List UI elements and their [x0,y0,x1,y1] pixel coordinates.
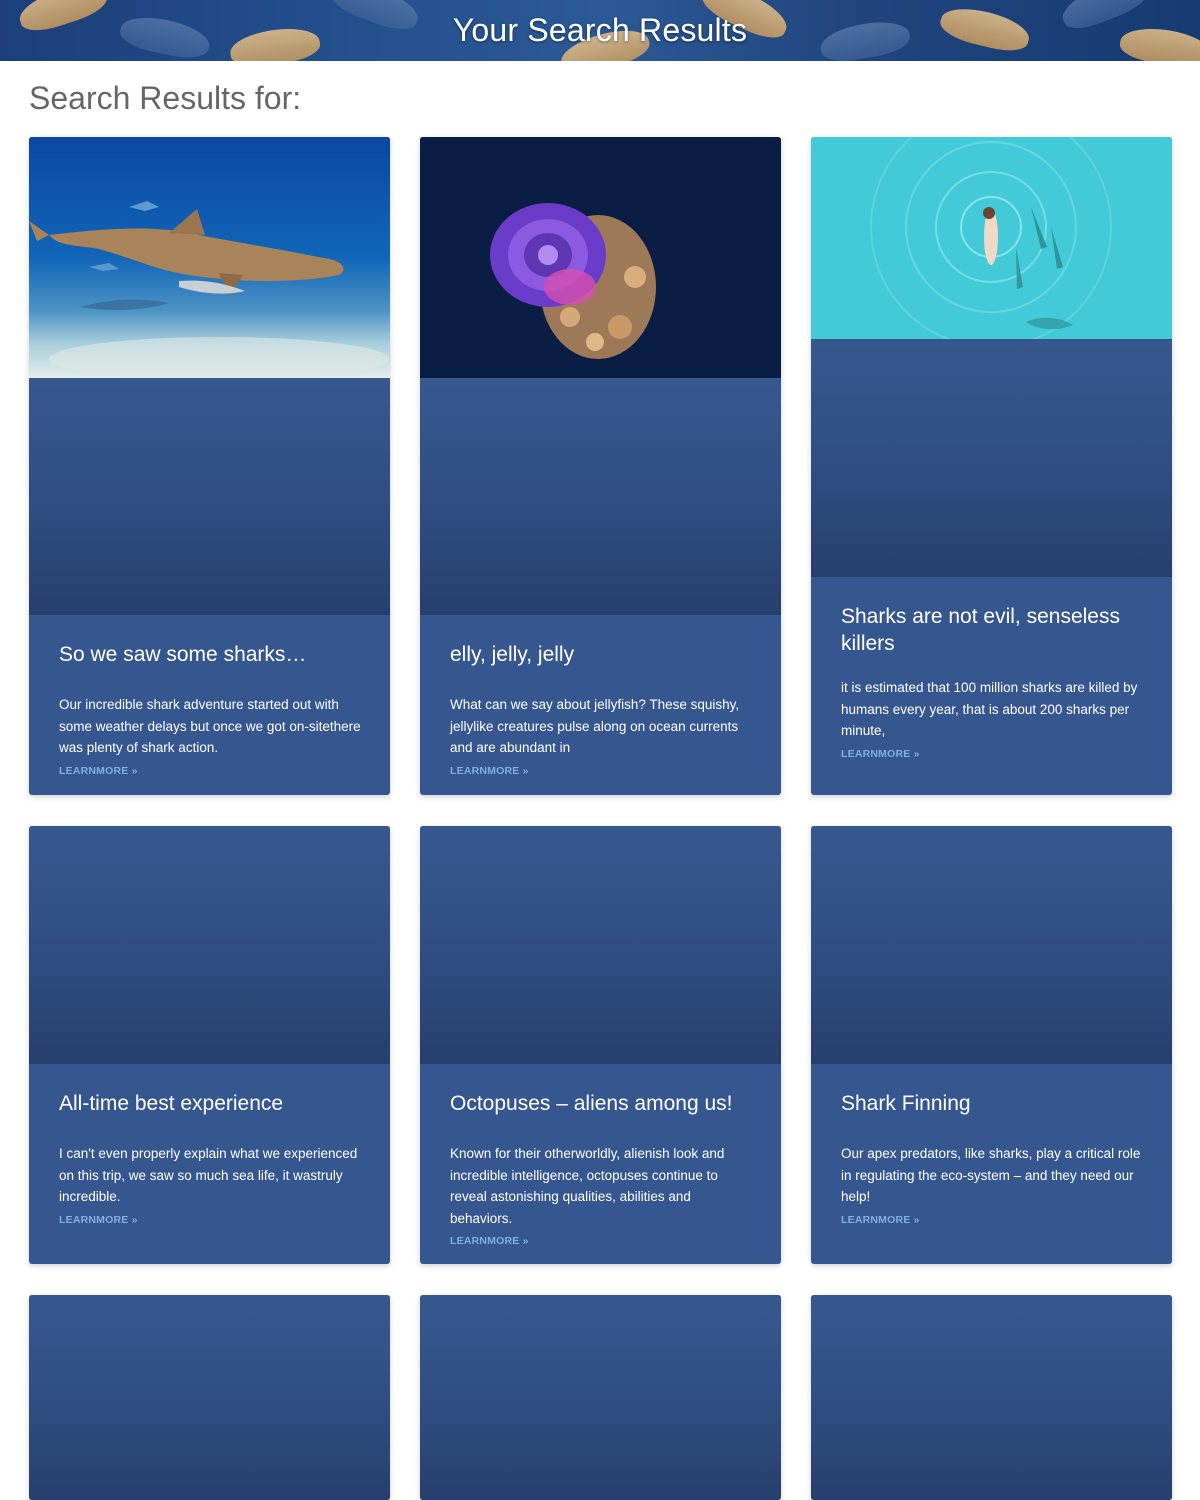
header-banner: Your Search Results [0,0,1200,61]
card-body: All-time best experience I can't even pr… [59,1090,364,1228]
learn-more-link[interactable]: LEARNMORE » [841,1214,920,1226]
learn-more-link[interactable]: LEARNMORE » [450,765,529,777]
card-image-placeholder [420,378,781,615]
card-excerpt: it is estimated that 100 million sharks … [841,680,1138,738]
jellyfish-photo[interactable] [420,137,781,378]
card-body: elly, jelly, jelly What can we say about… [450,641,755,779]
card-image-placeholder [29,378,390,615]
result-card[interactable] [811,1295,1172,1500]
learn-more-link[interactable]: LEARNMORE » [841,748,920,760]
learn-more-link[interactable]: LEARNMORE » [59,765,138,777]
card-image-placeholder [420,1295,781,1500]
card-body: So we saw some sharks… Our incredible sh… [59,641,364,779]
result-card[interactable]: So we saw some sharks… Our incredible sh… [29,137,390,795]
card-body: Octopuses – aliens among us! Known for t… [450,1090,755,1249]
result-card[interactable]: All-time best experience I can't even pr… [29,826,390,1264]
card-title[interactable]: elly, jelly, jelly [450,641,755,668]
card-body: Sharks are not evil, senseless killers i… [841,603,1146,762]
card-image-placeholder [811,1295,1172,1500]
page-title: Your Search Results [452,12,748,48]
result-card[interactable] [420,1295,781,1500]
result-card[interactable]: Shark Finning Our apex predators, like s… [811,826,1172,1264]
card-title[interactable]: Octopuses – aliens among us! [450,1090,755,1117]
card-title[interactable]: Shark Finning [841,1090,1146,1117]
card-image-placeholder [811,826,1172,1064]
card-excerpt: I can't even properly explain what we ex… [59,1146,358,1204]
learn-more-link[interactable]: LEARNMORE » [59,1214,138,1226]
result-card[interactable]: Octopuses – aliens among us! Known for t… [420,826,781,1264]
result-card[interactable]: Sharks are not evil, senseless killers i… [811,137,1172,795]
result-card[interactable] [29,1295,390,1500]
card-excerpt: Our incredible shark adventure started o… [59,697,361,755]
search-results-heading: Search Results for: [29,80,302,116]
card-title[interactable]: So we saw some sharks… [59,641,364,668]
card-image-placeholder [29,1295,390,1500]
card-excerpt: Known for their otherworldly, alienish l… [450,1146,725,1226]
card-excerpt: What can we say about jellyfish? These s… [450,697,740,755]
card-image-placeholder [420,826,781,1064]
card-title[interactable]: Sharks are not evil, senseless killers [841,603,1146,657]
card-image-placeholder [811,339,1172,577]
card-image-placeholder [29,826,390,1064]
card-excerpt: Our apex predators, like sharks, play a … [841,1146,1141,1204]
nurse-shark-photo[interactable] [29,137,390,378]
result-card[interactable]: elly, jelly, jelly What can we say about… [420,137,781,795]
learn-more-link[interactable]: LEARNMORE » [450,1235,529,1247]
card-body: Shark Finning Our apex predators, like s… [841,1090,1146,1228]
card-title[interactable]: All-time best experience [59,1090,364,1117]
swimmer-with-sharks-photo[interactable] [811,137,1172,339]
